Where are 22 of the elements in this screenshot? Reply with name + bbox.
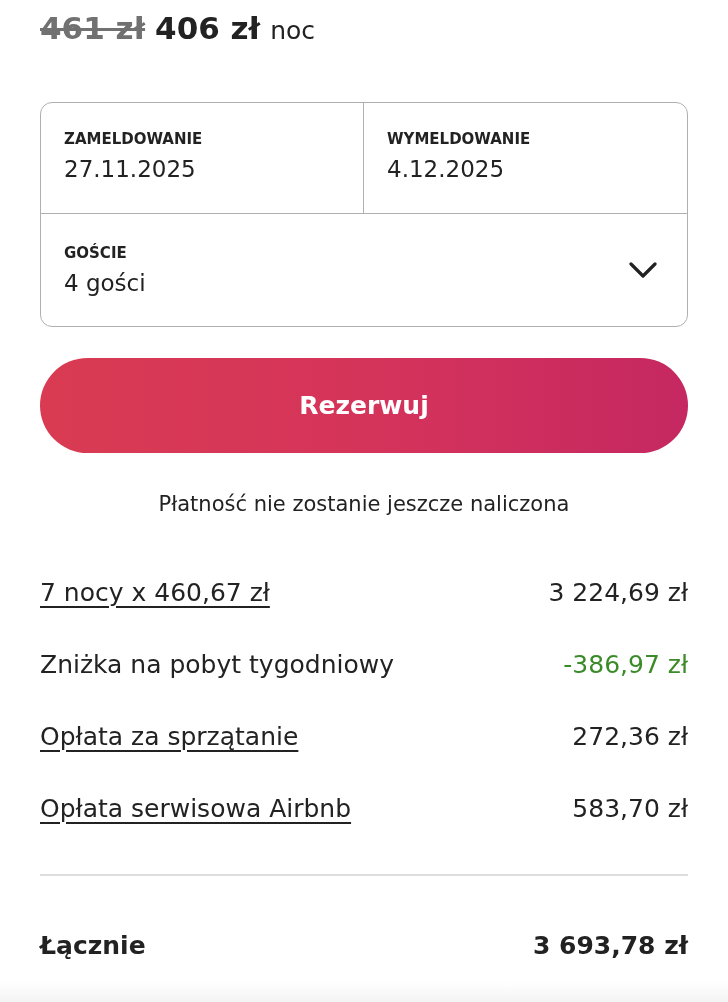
reserve-button[interactable]: Rezerwuj (40, 358, 688, 453)
guest-count[interactable]: 4 gości (64, 267, 146, 298)
amount: -386,97 zł (563, 649, 688, 679)
total-amount: 3 693,78 zł (532, 930, 688, 960)
discount-label: Zniżka na pobyt tygodniowy (40, 649, 394, 679)
date-value[interactable]: 4.12.2025 (387, 154, 505, 184)
field-label: WYMELDOWANIE (387, 129, 531, 149)
nightly-price: 406 zł (155, 10, 261, 46)
amount: 3 224,69 zł (548, 577, 688, 607)
price-detail-link[interactable]: Opłata serwisowa Airbnb (40, 793, 352, 823)
amount: 583,70 zł (572, 793, 688, 823)
payment-note: Płatność nie zostanie jeszcze naliczona (157, 491, 571, 518)
date-value[interactable]: 27.11.2025 (64, 154, 196, 184)
price-unit: noc (270, 16, 315, 45)
total-label: Łącznie (40, 930, 146, 960)
chevron-down-icon[interactable] (629, 262, 657, 278)
price-detail-link[interactable]: 7 nocy x 460,67 zł (40, 577, 270, 607)
original-price: 461 zł (40, 10, 146, 46)
field-label: ZAMELDOWANIE (64, 129, 203, 149)
amount: 272,36 zł (572, 721, 688, 751)
price-detail-link[interactable]: Opłata za sprzątanie (40, 721, 299, 751)
field-label: GOŚCIE (64, 242, 127, 263)
